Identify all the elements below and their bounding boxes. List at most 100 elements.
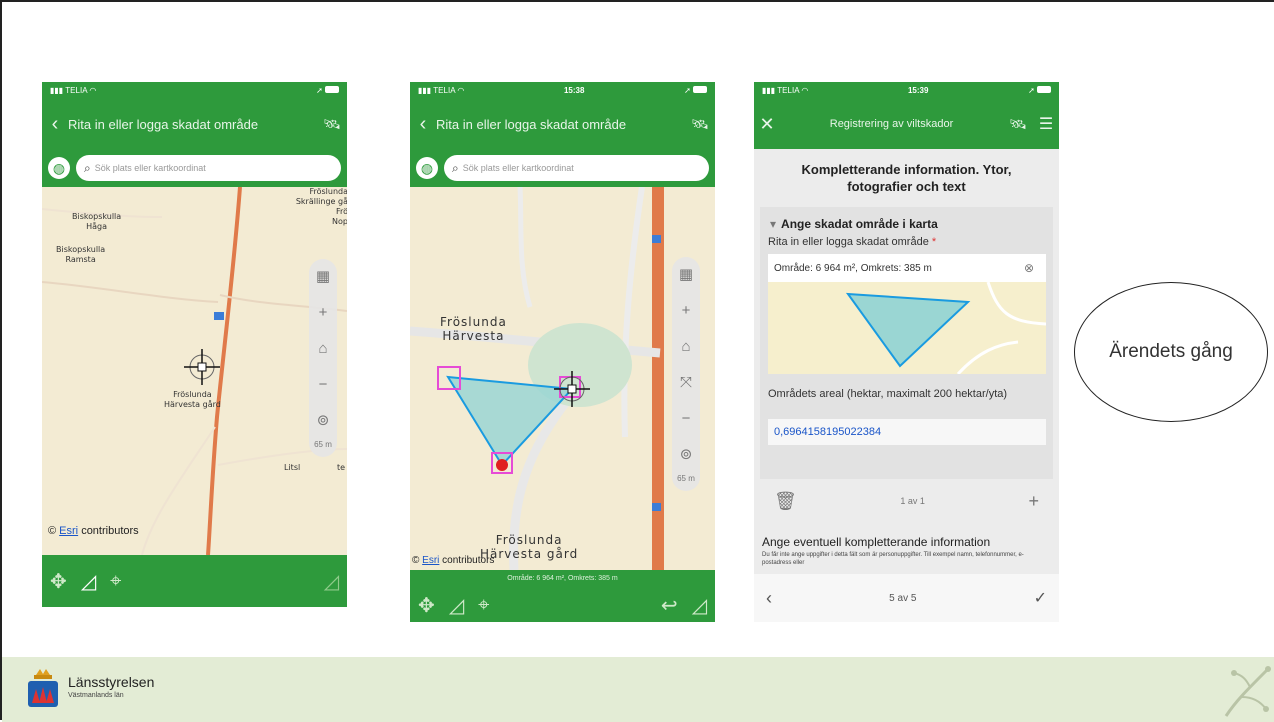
form-panel: Kompletterande information. Ytor, fotogr… — [754, 149, 1059, 574]
draw-polygon-icon[interactable]: ◿ — [81, 569, 96, 594]
globe-icon[interactable]: ◍ — [48, 157, 70, 179]
attribution-text: contributors — [442, 555, 495, 566]
map-roads — [42, 187, 347, 555]
gps-satellite-icon[interactable]: 🛰 — [1003, 116, 1033, 133]
globe-icon[interactable]: ◍ — [416, 157, 438, 179]
nav-title: Rita in eller logga skadat område — [436, 116, 627, 132]
trash-icon[interactable]: 🗑 — [774, 491, 797, 512]
scale-label: 65 m — [314, 440, 332, 449]
map-tool-rail: ▦ + ⌂ − ⊚ 65 m — [309, 259, 337, 457]
active-vertex[interactable] — [496, 459, 508, 471]
map-attribution: © Esri contributors — [412, 555, 495, 566]
back-icon[interactable]: ‹ — [410, 113, 436, 136]
finish-polygon-icon[interactable]: ◿ — [692, 593, 707, 618]
pager-label: 1 av 1 — [900, 496, 925, 506]
phone-screenshot-2: ▮▮▮ TELIA ◠ 15:38 ➚ ‹ Rita in eller logg… — [410, 82, 715, 622]
locate-icon[interactable]: ⊚ — [317, 403, 330, 439]
qr-grid-icon[interactable]: ▦ — [679, 257, 693, 293]
thumb-road — [986, 282, 1046, 326]
battery-icon — [325, 86, 339, 93]
search-input[interactable]: ⌕ Sök plats eller kartkoordinat — [76, 155, 341, 181]
map-label: Biskopskulla Ramsta — [56, 245, 106, 264]
nav-title: Registrering av viltskador — [829, 118, 954, 130]
area-readout: Område: 6 964 m², Omkrets: 385 m — [507, 575, 618, 583]
process-label: Ärendets gång — [1109, 341, 1233, 362]
thumb-road — [956, 340, 1019, 374]
home-icon[interactable]: ⌂ — [681, 329, 690, 365]
full-extent-icon[interactable]: ⤧ — [680, 365, 692, 401]
signal-icon: ▮▮▮ — [50, 86, 64, 95]
zoom-out-icon[interactable]: − — [682, 401, 691, 437]
esri-link[interactable]: Esri — [59, 525, 78, 537]
thumbnail-polygon — [845, 292, 971, 368]
section-card: ▾ Ange skadat område i karta Rita in elle… — [760, 207, 1053, 479]
pan-move-icon[interactable]: ✥ — [418, 593, 435, 618]
nav-bar: ✕ Registrering av viltskador 🛰 ☰ — [754, 99, 1059, 149]
search-placeholder: Sök plats eller kartkoordinat — [94, 163, 206, 173]
pan-move-icon[interactable]: ✥ — [50, 569, 67, 594]
area-summary: Område: 6 964 m², Omkrets: 385 m — [774, 262, 932, 274]
gps-satellite-icon[interactable]: 🛰 — [685, 116, 715, 133]
bottom-toolbar: Område: 6 964 m², Omkrets: 385 m ✥ ◿ ⌖ ↩… — [410, 570, 715, 622]
map-drawing — [410, 187, 664, 570]
minor-road — [621, 187, 645, 438]
wifi-icon: ◠ — [457, 86, 465, 95]
close-icon[interactable]: ✕ — [754, 114, 780, 135]
back-icon[interactable]: ‹ — [42, 113, 68, 136]
slide: ▮▮▮ TELIA ◠ ➚ ‹ Rita in eller logga skad… — [0, 0, 1274, 722]
wifi-icon: ◠ — [89, 86, 97, 95]
locate-icon[interactable]: ⊚ — [680, 437, 693, 473]
section-title: Ange skadat område i karta — [781, 217, 938, 231]
areal-input[interactable]: 0,6964158195022384 — [768, 419, 1046, 445]
crosshair-marker — [184, 349, 220, 385]
qr-grid-icon[interactable]: ▦ — [316, 259, 330, 295]
phone-screenshot-3: ▮▮▮ TELIA ◠ 15:39 ➚ ✕ Registrering av vi… — [754, 82, 1059, 622]
location-arrow-icon: ➚ — [316, 86, 323, 95]
decorative-branch — [1224, 666, 1271, 717]
zoom-in-icon[interactable]: + — [682, 293, 691, 329]
undo-icon[interactable]: ↩ — [661, 593, 678, 618]
attribution-text: contributors — [81, 525, 139, 537]
search-row: ◍ ⌕ Sök plats eller kartkoordinat — [42, 149, 347, 187]
map-label: Biskopskulla Håga — [72, 212, 122, 231]
field-label: Rita in eller logga skadat område * — [768, 236, 936, 248]
phone-screenshot-1: ▮▮▮ TELIA ◠ ➚ ‹ Rita in eller logga skad… — [42, 82, 347, 607]
search-icon: ⌕ — [452, 160, 459, 175]
gps-satellite-icon[interactable]: 🛰 — [317, 116, 347, 133]
status-bar: ▮▮▮ TELIA ◠ 15:38 ➚ — [410, 82, 715, 99]
finish-polygon-icon[interactable]: ◿ — [324, 569, 339, 594]
map-label: Fröslunda Skrällinge gå Frö Nop — [295, 187, 347, 226]
road-shield — [652, 503, 661, 511]
prev-page-icon[interactable]: ‹ — [766, 588, 772, 609]
extra-info-hint: Du får inte ange uppgifter i detta fält … — [762, 552, 1024, 566]
search-input[interactable]: ⌕ Sök plats eller kartkoordinat — [444, 155, 709, 181]
wifi-icon: ◠ — [801, 86, 809, 95]
done-check-icon[interactable]: ✓ — [1034, 588, 1047, 608]
map-view[interactable]: Fröslunda Härvesta Fröslunda Härvesta gå… — [410, 187, 715, 570]
search-icon: ⌕ — [84, 160, 91, 175]
map-thumbnail[interactable] — [768, 282, 1046, 374]
log-gps-track-icon[interactable]: ⌖ — [110, 570, 121, 593]
log-gps-track-icon[interactable]: ⌖ — [478, 594, 489, 617]
slide-footer: Länsstyrelsen Västmanlands län — [2, 657, 1274, 722]
map-view[interactable]: Biskopskulla Håga Biskopskulla Ramsta Fr… — [42, 187, 347, 555]
field-label-text: Rita in eller logga skadat område — [768, 236, 929, 248]
menu-icon[interactable]: ☰ — [1033, 114, 1059, 134]
section-header[interactable]: ▾ Ange skadat område i karta — [770, 217, 938, 231]
nav-bar: ‹ Rita in eller logga skadat område 🛰 — [42, 99, 347, 149]
map-label: Litsl — [284, 463, 301, 472]
location-arrow-icon: ➚ — [1028, 86, 1035, 95]
esri-link[interactable]: Esri — [422, 555, 439, 566]
clear-icon[interactable]: ⊗ — [1024, 261, 1046, 275]
map-tool-rail: ▦ + ⌂ ⤧ − ⊚ 65 m — [672, 257, 700, 491]
road-shield — [652, 235, 661, 243]
add-icon[interactable]: + — [1028, 491, 1039, 512]
zoom-out-icon[interactable]: − — [319, 367, 328, 403]
carrier-label: TELIA — [433, 86, 456, 95]
home-icon[interactable]: ⌂ — [318, 331, 327, 367]
minor-road — [517, 187, 533, 308]
clock: 15:39 — [907, 86, 929, 95]
draw-polygon-icon[interactable]: ◿ — [449, 593, 464, 618]
form-heading: Kompletterande information. Ytor, fotogr… — [801, 162, 1012, 194]
zoom-in-icon[interactable]: + — [319, 295, 328, 331]
